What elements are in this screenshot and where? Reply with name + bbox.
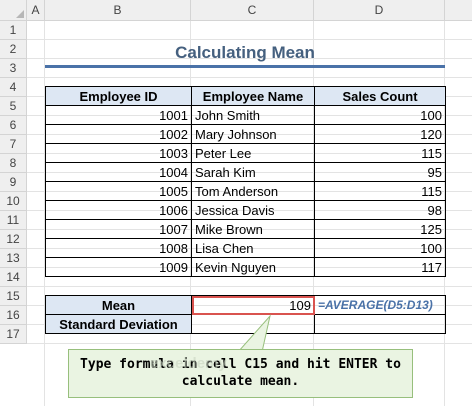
row-header[interactable]: 11 <box>0 211 27 230</box>
cell-sales-count[interactable]: 115 <box>314 143 446 163</box>
cell-employee-id[interactable]: 1003 <box>45 143 192 163</box>
stats-table: Mean 109 =AVERAGE(D5:D13) Standard Devia… <box>45 295 446 334</box>
title-underline <box>45 65 445 68</box>
table-row: 1007 Mike Brown 125 <box>45 219 446 239</box>
row-header[interactable]: 13 <box>0 249 27 268</box>
cell-employee-name[interactable]: John Smith <box>191 105 315 125</box>
row-header[interactable]: 7 <box>0 135 27 154</box>
watermark-logo: exceldemy <box>150 355 270 385</box>
cell-employee-id[interactable]: 1001 <box>45 105 192 125</box>
std-label-cell[interactable]: Standard Deviation <box>45 314 192 334</box>
header-sales-count[interactable]: Sales Count <box>314 86 446 106</box>
mean-row: Mean 109 =AVERAGE(D5:D13) <box>45 295 446 315</box>
cell-employee-name[interactable]: Mary Johnson <box>191 124 315 144</box>
std-empty-cell[interactable] <box>314 314 446 334</box>
table-row: 1006 Jessica Davis 98 <box>45 200 446 220</box>
table-row: 1004 Sarah Kim 95 <box>45 162 446 182</box>
row-header[interactable]: 12 <box>0 230 27 249</box>
cell-employee-name[interactable]: Mike Brown <box>191 219 315 239</box>
column-header-a[interactable]: A <box>27 0 45 21</box>
cell-sales-count[interactable]: 117 <box>314 257 446 277</box>
mean-formula-note[interactable]: =AVERAGE(D5:D13) <box>314 295 446 315</box>
cell-employee-id[interactable]: 1006 <box>45 200 192 220</box>
table-row: 1003 Peter Lee 115 <box>45 143 446 163</box>
cell-employee-id[interactable]: 1004 <box>45 162 192 182</box>
row-header[interactable]: 17 <box>0 325 27 344</box>
select-all-corner[interactable] <box>0 0 27 21</box>
column-header-c[interactable]: C <box>191 0 314 21</box>
watermark-text: exceldemy <box>150 355 227 372</box>
cell-sales-count[interactable]: 98 <box>314 200 446 220</box>
table-row: 1001 John Smith 100 <box>45 105 446 125</box>
cell-sales-count[interactable]: 115 <box>314 181 446 201</box>
row-header[interactable]: 15 <box>0 287 27 306</box>
row-header[interactable]: 9 <box>0 173 27 192</box>
row-header[interactable]: 3 <box>0 59 27 78</box>
cell-employee-id[interactable]: 1007 <box>45 219 192 239</box>
header-employee-name[interactable]: Employee Name <box>191 86 315 106</box>
cell-employee-name[interactable]: Sarah Kim <box>191 162 315 182</box>
employee-table: Employee ID Employee Name Sales Count 10… <box>45 86 446 277</box>
table-row: 1008 Lisa Chen 100 <box>45 238 446 258</box>
row-header[interactable]: 5 <box>0 97 27 116</box>
column-header-d[interactable]: D <box>314 0 445 21</box>
table-row: 1005 Tom Anderson 115 <box>45 181 446 201</box>
table-header-row: Employee ID Employee Name Sales Count <box>45 86 446 106</box>
gridline <box>27 343 472 344</box>
gridline <box>27 286 472 287</box>
row-header[interactable]: 10 <box>0 192 27 211</box>
gridline <box>27 77 472 78</box>
row-header[interactable]: 6 <box>0 116 27 135</box>
cell-sales-count[interactable]: 95 <box>314 162 446 182</box>
row-header[interactable]: 8 <box>0 154 27 173</box>
column-header-e[interactable] <box>445 0 472 21</box>
cell-employee-id[interactable]: 1008 <box>45 238 192 258</box>
cell-employee-name[interactable]: Jessica Davis <box>191 200 315 220</box>
cell-employee-id[interactable]: 1002 <box>45 124 192 144</box>
table-row: 1002 Mary Johnson 120 <box>45 124 446 144</box>
table-row: 1009 Kevin Nguyen 117 <box>45 257 446 277</box>
cell-sales-count[interactable]: 100 <box>314 238 446 258</box>
cell-employee-name[interactable]: Lisa Chen <box>191 238 315 258</box>
row-header[interactable]: 2 <box>0 40 27 59</box>
header-employee-id[interactable]: Employee ID <box>45 86 192 106</box>
cell-sales-count[interactable]: 100 <box>314 105 446 125</box>
cell-sales-count[interactable]: 125 <box>314 219 446 239</box>
cell-employee-id[interactable]: 1009 <box>45 257 192 277</box>
cell-employee-name[interactable]: Kevin Nguyen <box>191 257 315 277</box>
cell-employee-name[interactable]: Peter Lee <box>191 143 315 163</box>
mean-label-cell[interactable]: Mean <box>45 295 192 315</box>
gridline <box>27 39 472 40</box>
column-header-b[interactable]: B <box>45 0 191 21</box>
std-value-cell[interactable] <box>191 314 315 334</box>
row-header[interactable]: 16 <box>0 306 27 325</box>
cell-employee-name[interactable]: Tom Anderson <box>191 181 315 201</box>
row-header[interactable]: 1 <box>0 21 27 40</box>
std-row: Standard Deviation <box>45 314 446 334</box>
cell-employee-id[interactable]: 1005 <box>45 181 192 201</box>
sheet-title: Calculating Mean <box>175 43 315 62</box>
cell-sales-count[interactable]: 120 <box>314 124 446 144</box>
row-header[interactable]: 4 <box>0 78 27 97</box>
mean-value-cell[interactable]: 109 <box>191 295 315 315</box>
row-header[interactable]: 14 <box>0 268 27 287</box>
